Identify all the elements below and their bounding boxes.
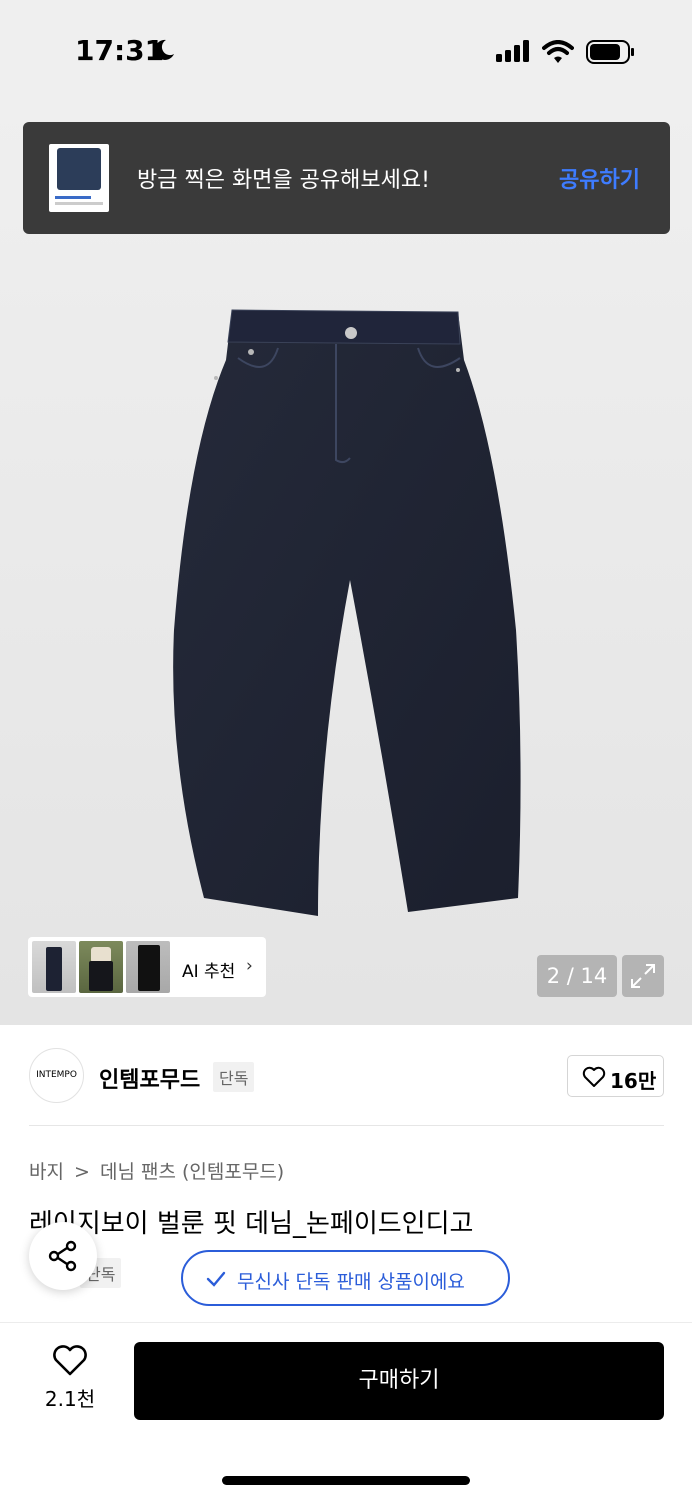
- buy-button[interactable]: 구매하기: [134, 1342, 664, 1420]
- status-time: 17:31: [75, 34, 165, 67]
- share-icon: [48, 1240, 77, 1272]
- expand-icon: [631, 964, 655, 988]
- battery-icon: [586, 40, 634, 64]
- share-screenshot-toast: 방금 찍은 화면을 공유해보세요! 공유하기: [23, 122, 670, 234]
- breadcrumb-subcategory[interactable]: 데님 팬츠 (인템포무드): [100, 1161, 284, 1183]
- share-action-button[interactable]: 공유하기: [559, 162, 640, 194]
- screenshot-thumbnail[interactable]: [49, 144, 109, 212]
- breadcrumb-category[interactable]: 바지: [29, 1161, 64, 1183]
- chevron-right-icon: ›: [246, 956, 253, 976]
- check-icon: [206, 1271, 226, 1287]
- home-indicator[interactable]: [222, 1476, 470, 1485]
- product-image-gallery[interactable]: [0, 100, 692, 1025]
- divider: [29, 1125, 664, 1126]
- expand-fullscreen-button[interactable]: [622, 955, 664, 997]
- breadcrumb-separator: >: [74, 1161, 90, 1183]
- product-title: 레이지보이 벌룬 핏 데님_논페이드인디고: [29, 1209, 474, 1239]
- breadcrumb: 바지 > 데님 팬츠 (인템포무드): [29, 1157, 288, 1184]
- wishlist-count: 2.1천: [44, 1387, 96, 1411]
- ai-recommendation-thumb-2: [79, 941, 123, 993]
- wifi-icon: [542, 40, 574, 63]
- brand-like-count: 16만: [610, 1069, 657, 1093]
- bottom-action-bar: 2.1천 구매하기: [0, 1322, 692, 1500]
- ai-recommendation-thumb-3: [126, 941, 170, 993]
- exclusive-sale-text: 무신사 단독 판매 상품이에요: [237, 1271, 465, 1293]
- brand-like-button[interactable]: 16만: [567, 1055, 664, 1097]
- share-button[interactable]: [29, 1222, 97, 1290]
- brand-exclusive-badge: 단독: [213, 1062, 255, 1092]
- heart-icon: [582, 1066, 606, 1087]
- moon-icon: [154, 39, 174, 60]
- cellular-signal-icon: [496, 40, 529, 62]
- brand-name[interactable]: 인템포무드: [99, 1062, 200, 1094]
- product-photo-jeans: [173, 309, 521, 916]
- status-bar: 17:31: [0, 0, 692, 100]
- wishlist-button[interactable]: 2.1천: [40, 1345, 100, 1412]
- toast-message: 방금 찍은 화면을 공유해보세요!: [137, 168, 430, 193]
- ai-recommendation-thumb-1: [32, 941, 76, 993]
- image-page-counter: 2 / 14: [537, 955, 617, 997]
- ai-recommendation-chip[interactable]: AI 추천 ›: [28, 937, 266, 997]
- ai-recommendation-label: AI 추천: [182, 962, 236, 982]
- heart-icon: [53, 1345, 87, 1376]
- exclusive-sale-notice[interactable]: 무신사 단독 판매 상품이에요: [181, 1250, 510, 1306]
- brand-logo[interactable]: INTEMPO: [29, 1048, 84, 1103]
